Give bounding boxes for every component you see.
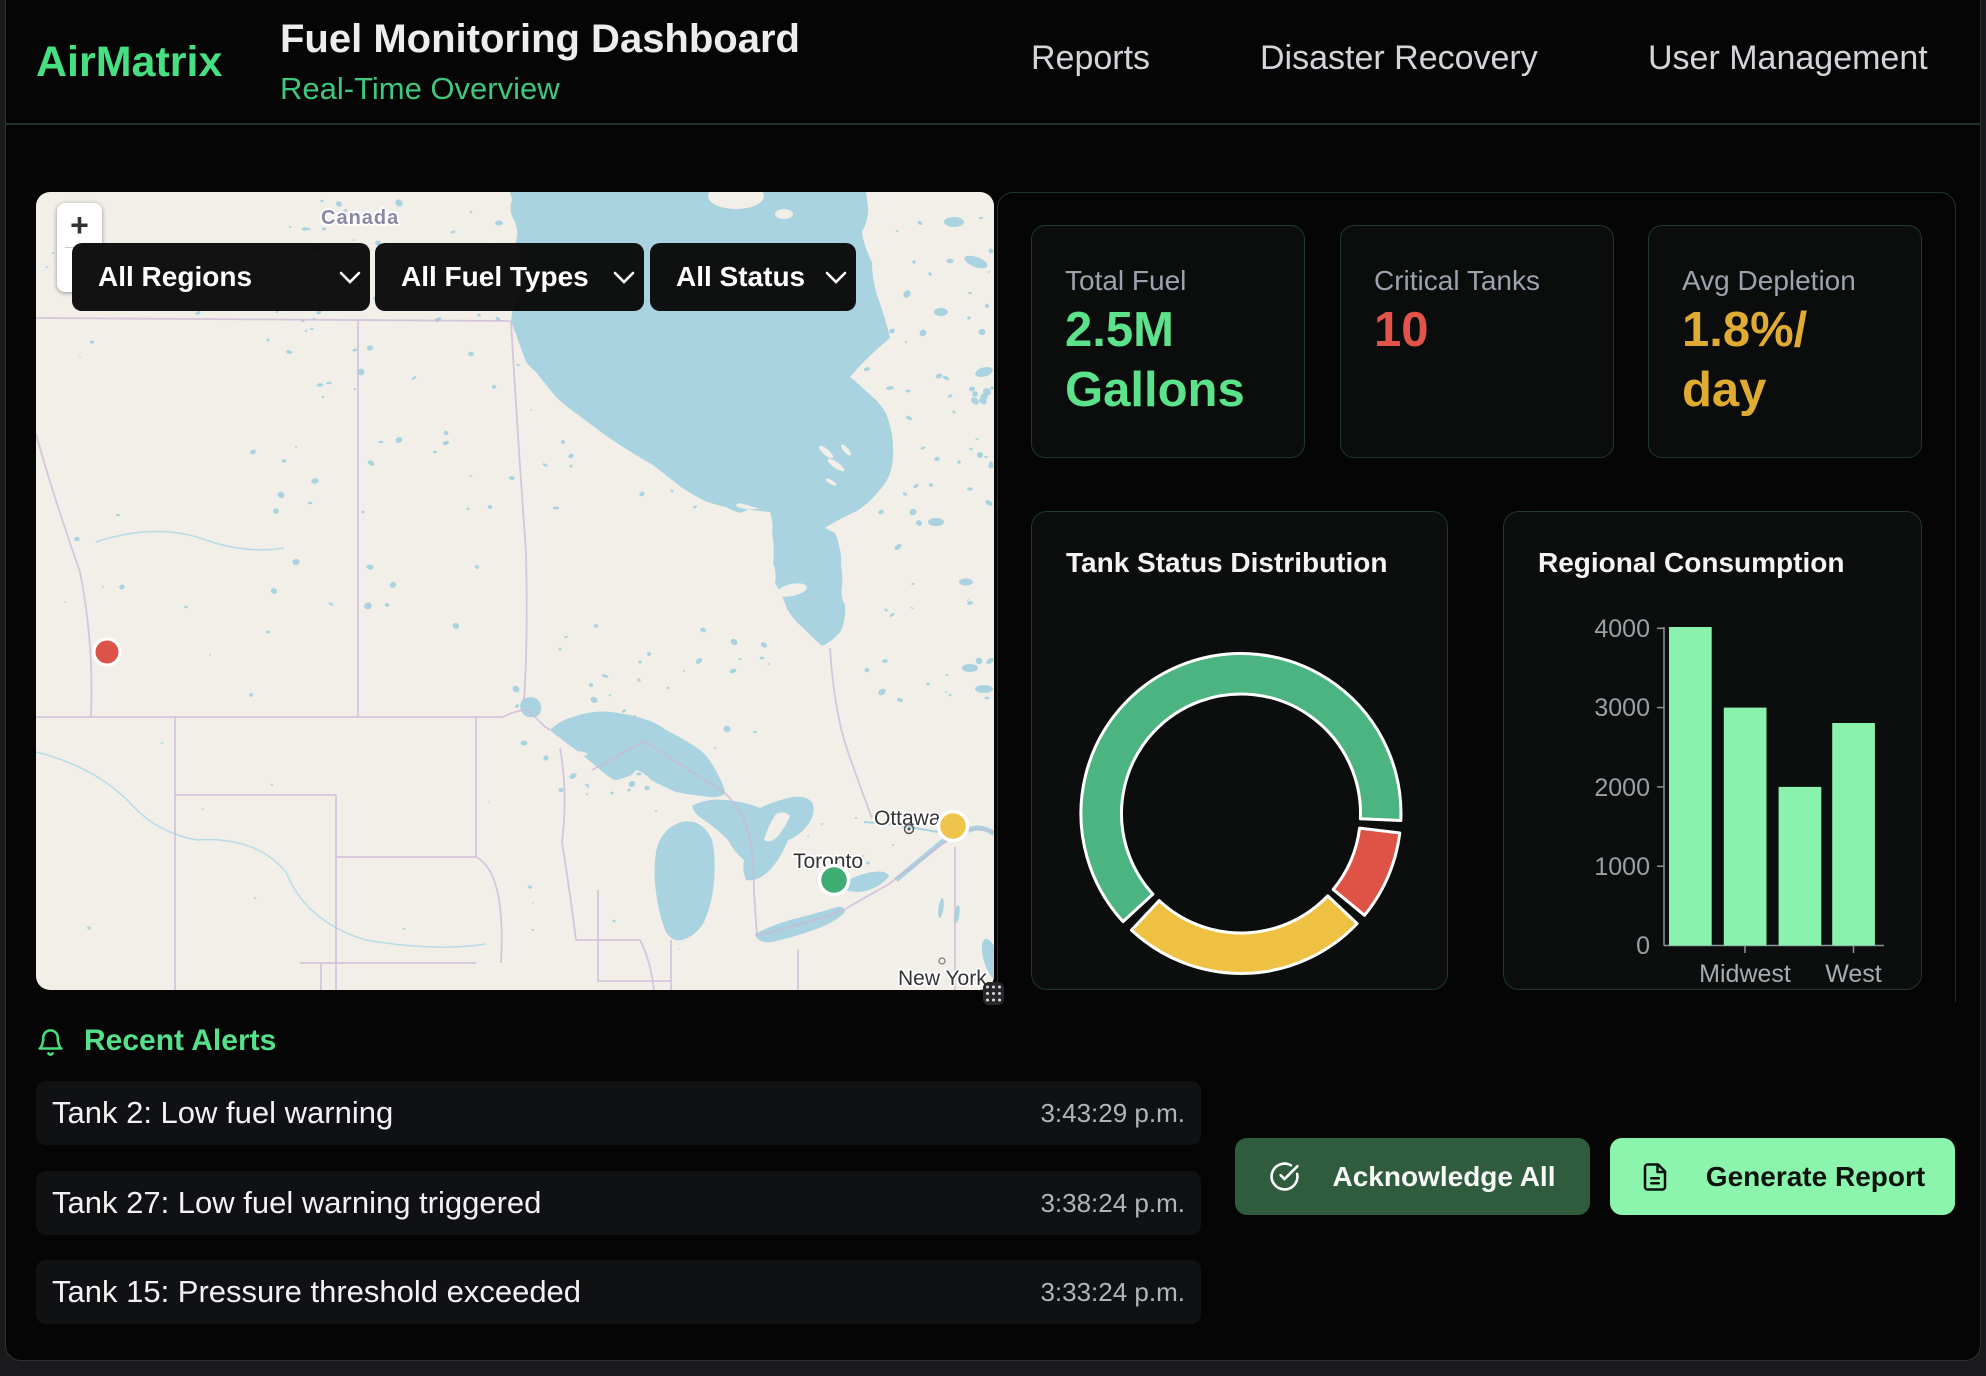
svg-text:New York: New York	[898, 967, 987, 990]
svg-text:Ottawa: Ottawa	[874, 807, 941, 830]
svg-text:Midwest: Midwest	[1699, 960, 1791, 988]
svg-text:1000: 1000	[1594, 853, 1650, 881]
svg-text:Canada: Canada	[321, 207, 399, 229]
svg-text:West: West	[1825, 960, 1882, 988]
svg-text:0: 0	[1636, 932, 1650, 960]
svg-text:2000: 2000	[1594, 774, 1650, 802]
svg-text:4000: 4000	[1594, 615, 1650, 643]
svg-text:3000: 3000	[1594, 694, 1650, 722]
